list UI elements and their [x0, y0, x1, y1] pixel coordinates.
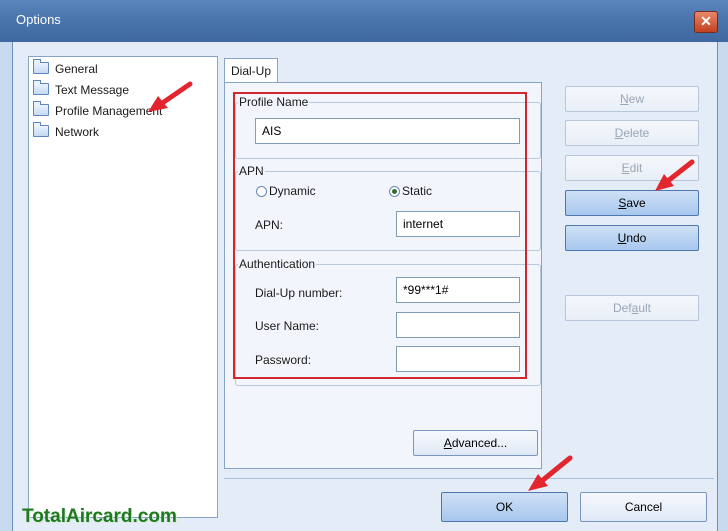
radio-unchecked-icon	[256, 186, 267, 197]
static-radio[interactable]: Static	[389, 184, 432, 198]
edit-button[interactable]: Edit	[565, 155, 699, 181]
profile-name-input[interactable]: AIS	[255, 118, 520, 144]
tree-item-label: Network	[55, 125, 100, 139]
close-icon: ✕	[700, 13, 712, 29]
tree-item-network[interactable]: Network	[33, 122, 100, 141]
category-tree: General Text Message Profile Management …	[28, 56, 218, 518]
folder-icon	[33, 80, 49, 95]
footer-divider	[224, 478, 714, 479]
new-button[interactable]: New	[565, 86, 699, 112]
undo-button[interactable]: Undo	[565, 225, 699, 251]
ok-button[interactable]: OK	[441, 492, 568, 522]
dialup-number-label: Dial-Up number:	[255, 286, 343, 300]
username-label: User Name:	[255, 319, 320, 333]
tree-item-label: Text Message	[55, 83, 130, 97]
tree-item-text-message[interactable]: Text Message	[33, 80, 130, 99]
static-label: Static	[402, 184, 433, 198]
close-button[interactable]: ✕	[694, 11, 718, 33]
dialup-number-input[interactable]: *99***1#	[396, 277, 520, 303]
profile-name-label: Profile Name	[238, 95, 310, 109]
save-button[interactable]: Save	[565, 190, 699, 216]
apn-field-label: APN:	[255, 218, 284, 232]
tab-label: Dial-Up	[231, 64, 272, 78]
dynamic-label: Dynamic	[269, 184, 316, 198]
watermark-text: TotalAircard.com	[22, 506, 177, 527]
folder-open-icon	[33, 101, 49, 116]
dynamic-radio[interactable]: Dynamic	[256, 184, 316, 198]
advanced-button[interactable]: Advanced...	[413, 430, 538, 456]
tree-item-label: Profile Management	[55, 104, 163, 118]
password-label: Password:	[255, 353, 312, 367]
title-bar: Options ✕	[0, 0, 728, 42]
username-input[interactable]	[396, 312, 520, 338]
authentication-label: Authentication	[238, 257, 317, 271]
folder-icon	[33, 122, 49, 137]
apn-group-label: APN	[238, 164, 265, 178]
tree-item-profile-management[interactable]: Profile Management	[33, 101, 163, 120]
radio-checked-icon	[389, 186, 400, 197]
tree-item-label: General	[55, 62, 98, 76]
password-input[interactable]	[396, 346, 520, 372]
window-title: Options	[16, 12, 61, 27]
apn-input[interactable]: internet	[396, 211, 520, 237]
folder-icon	[33, 59, 49, 74]
tree-item-general[interactable]: General	[33, 59, 98, 78]
tab-dial-up[interactable]: Dial-Up	[224, 58, 278, 82]
default-button[interactable]: Default	[565, 295, 699, 321]
cancel-button[interactable]: Cancel	[580, 492, 707, 522]
delete-button[interactable]: Delete	[565, 120, 699, 146]
